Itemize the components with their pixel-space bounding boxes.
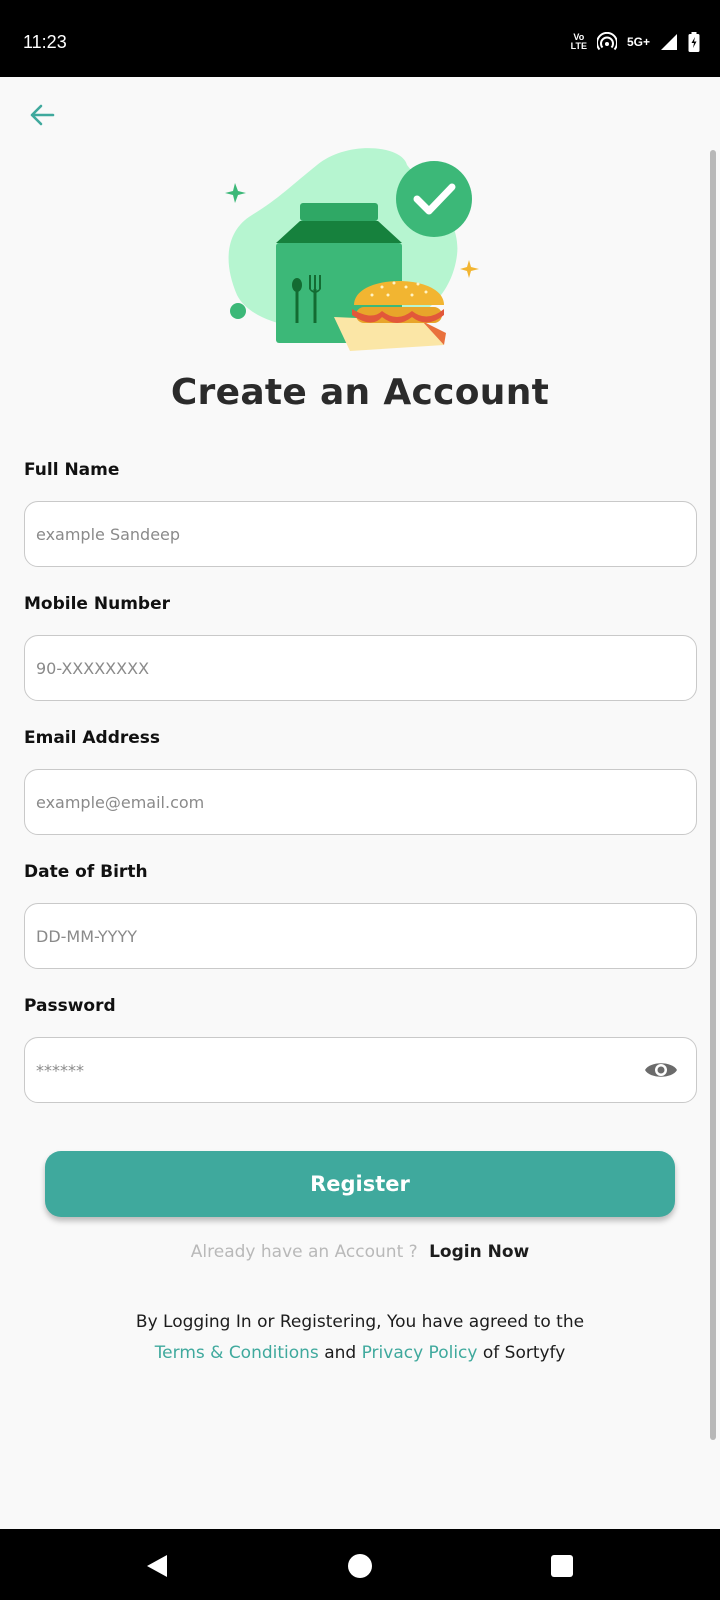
login-now-link[interactable]: Login Now bbox=[429, 1242, 529, 1262]
nav-back-button[interactable] bbox=[140, 1549, 174, 1583]
circle-home-icon bbox=[348, 1554, 372, 1578]
date-of-birth-label: Date of Birth bbox=[24, 862, 148, 882]
nav-home-button[interactable] bbox=[343, 1549, 377, 1583]
battery-icon bbox=[688, 32, 700, 52]
password-visibility-toggle[interactable] bbox=[642, 1051, 680, 1089]
page-title: Create an Account bbox=[170, 372, 550, 413]
status-icons: Vo LTE 5G+ bbox=[571, 30, 700, 54]
login-prompt: Already have an Account ? bbox=[190, 1242, 418, 1262]
bag-top bbox=[300, 203, 378, 221]
terms-suffix: of Sortyfy bbox=[482, 1343, 566, 1363]
email-address-label: Email Address bbox=[24, 728, 161, 748]
food-delivery-illustration bbox=[225, 148, 479, 351]
date-of-birth-input[interactable] bbox=[24, 903, 697, 969]
status-bar: 11:23 Vo LTE 5G+ bbox=[0, 0, 720, 77]
register-button[interactable]: Register bbox=[45, 1151, 675, 1217]
terms-and-text: and bbox=[324, 1343, 357, 1363]
sparkle-icon bbox=[460, 260, 479, 278]
register-screen: Create an Account Full Name Mobile Numbe… bbox=[0, 77, 720, 1529]
volte-bottom-text: LTE bbox=[570, 41, 587, 51]
check-badge-icon bbox=[396, 161, 472, 237]
full-name-label: Full Name bbox=[24, 460, 120, 480]
hotspot-icon bbox=[596, 32, 617, 51]
terms-conditions-link[interactable]: Terms & Conditions bbox=[155, 1343, 319, 1363]
back-button[interactable] bbox=[24, 97, 60, 133]
volte-indicator: Vo LTE bbox=[571, 33, 587, 51]
eye-icon bbox=[645, 1063, 677, 1077]
password-input[interactable] bbox=[24, 1037, 697, 1103]
login-row: Already have an Account ? Login Now bbox=[0, 1242, 720, 1262]
nav-recents-button[interactable] bbox=[545, 1549, 579, 1583]
arrow-left-icon bbox=[30, 104, 55, 126]
square-recents-icon bbox=[551, 1555, 573, 1577]
terms-notice: By Logging In or Registering, You have a… bbox=[0, 1307, 720, 1369]
sparkle-icon bbox=[225, 183, 246, 203]
full-name-input[interactable] bbox=[24, 501, 697, 567]
terms-line-2: Terms & Conditions and Privacy Policy of… bbox=[0, 1338, 720, 1369]
email-address-input[interactable] bbox=[24, 769, 697, 835]
privacy-policy-link[interactable]: Privacy Policy bbox=[362, 1343, 478, 1363]
signal-icon bbox=[661, 34, 677, 50]
password-label: Password bbox=[24, 996, 116, 1016]
mobile-number-input[interactable] bbox=[24, 635, 697, 701]
mobile-number-label: Mobile Number bbox=[24, 594, 170, 614]
network-type: 5G+ bbox=[626, 35, 650, 49]
dot-decoration bbox=[230, 303, 246, 319]
triangle-back-icon bbox=[147, 1555, 167, 1577]
status-time: 11:23 bbox=[23, 32, 67, 52]
system-navigation-bar bbox=[0, 1529, 720, 1600]
terms-line-1: By Logging In or Registering, You have a… bbox=[135, 1312, 585, 1332]
